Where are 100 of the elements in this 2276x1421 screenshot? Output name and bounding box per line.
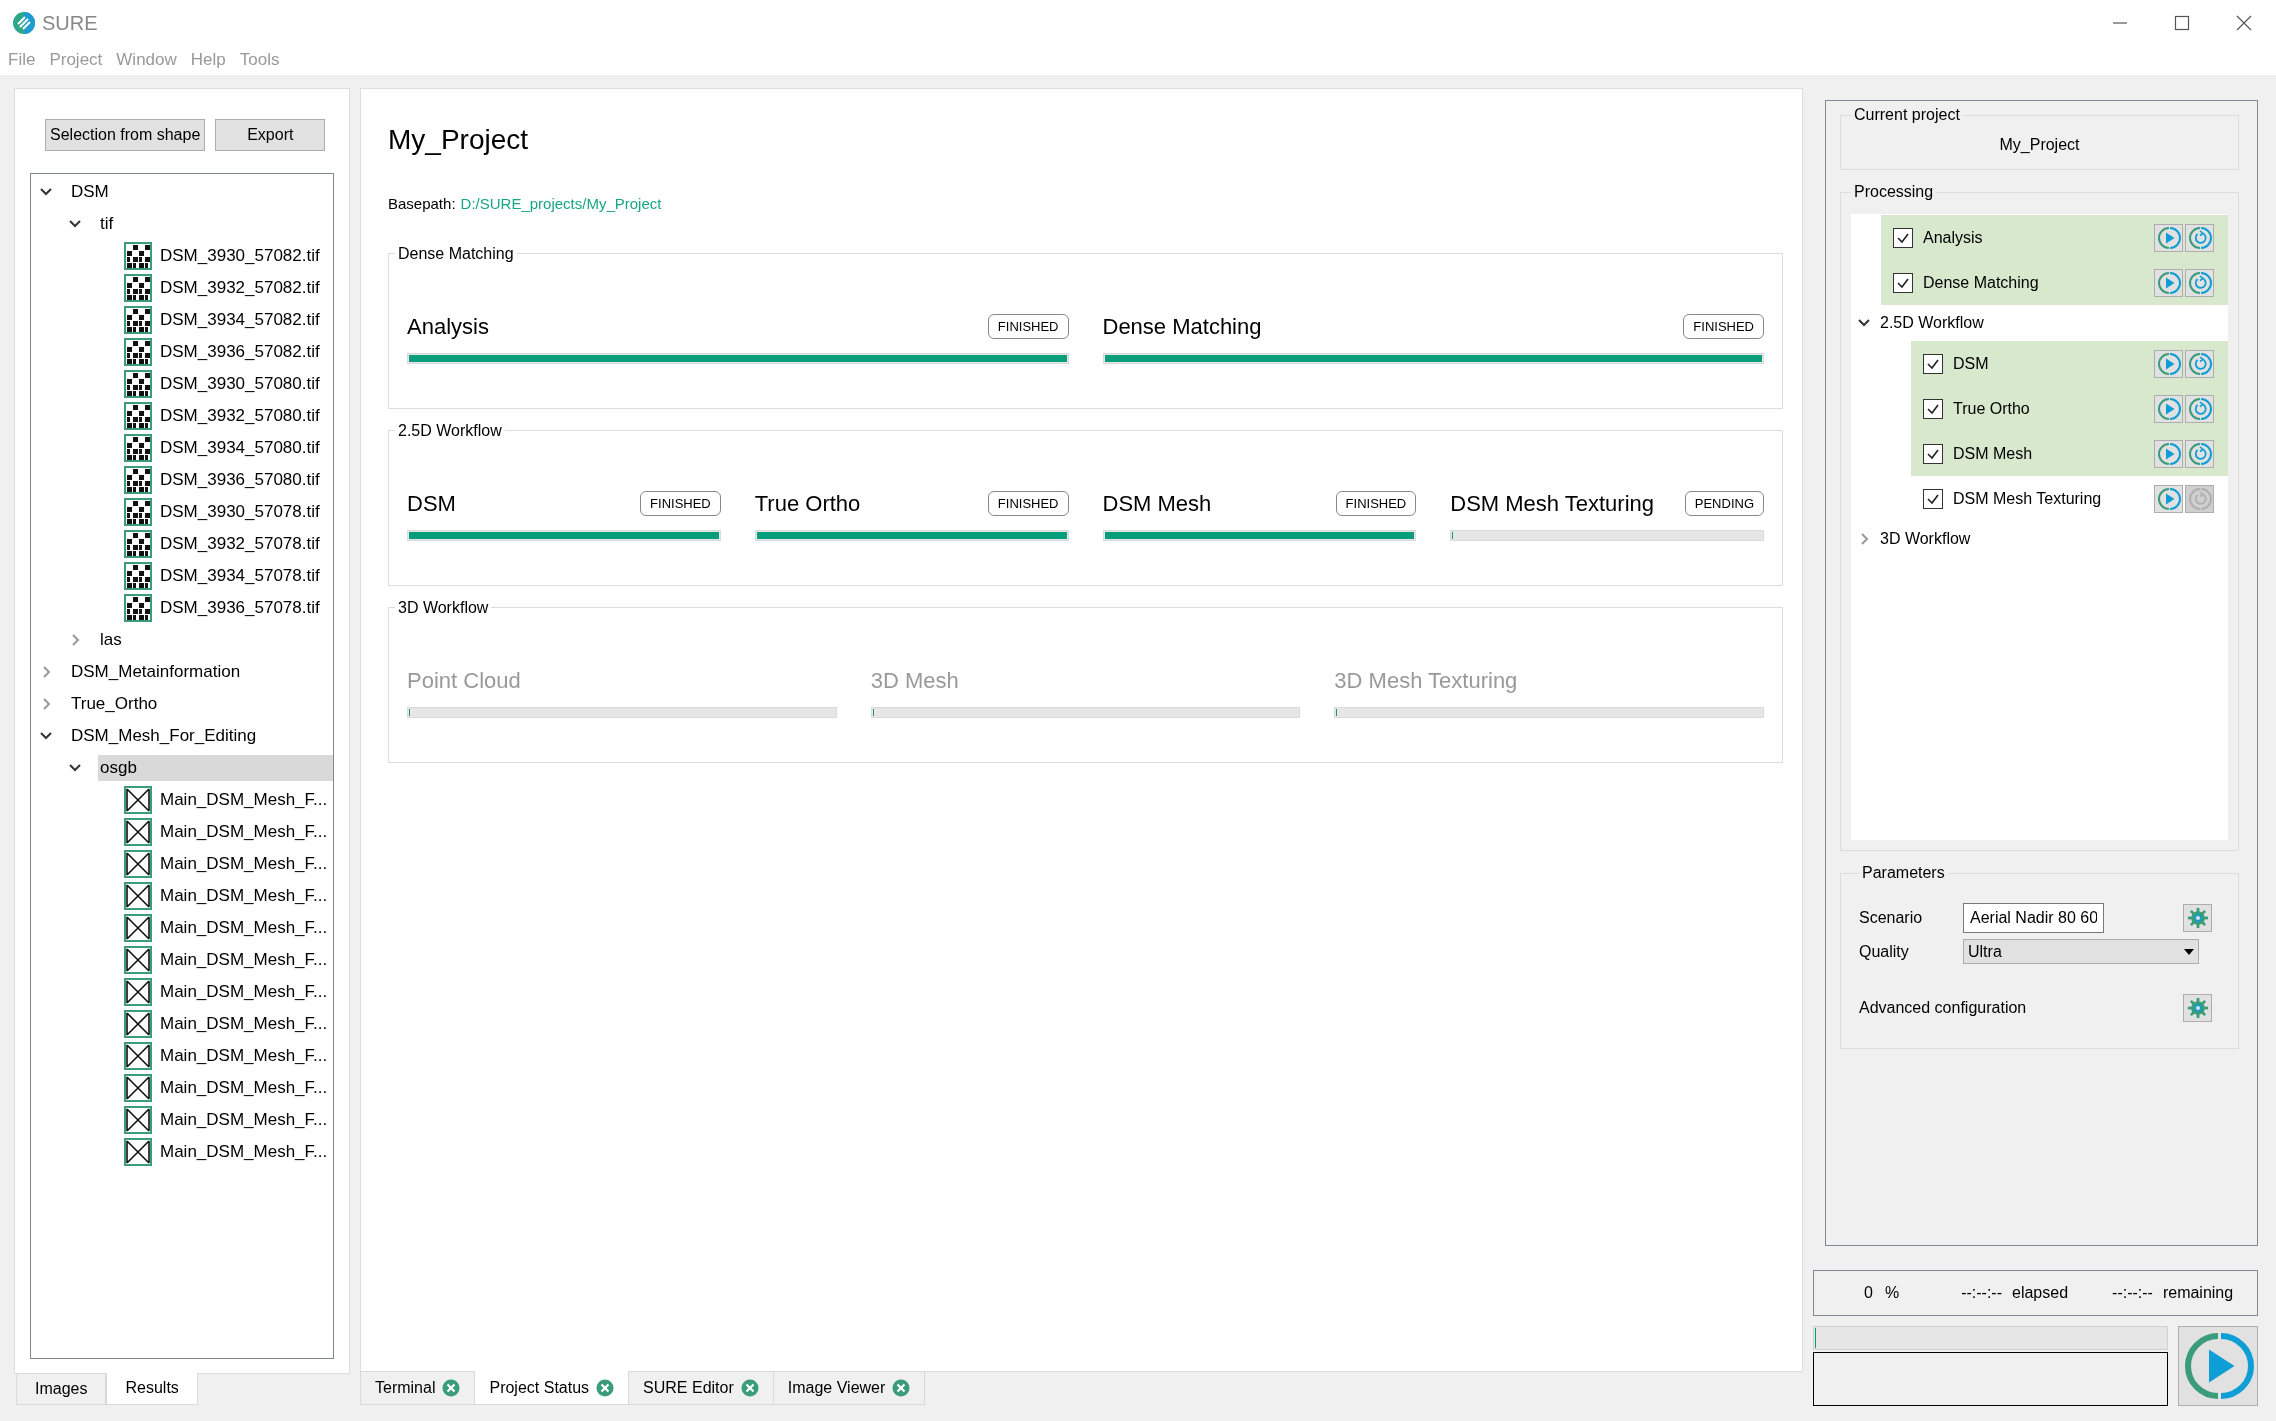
checkbox[interactable] bbox=[1923, 443, 1943, 464]
checkbox[interactable] bbox=[1893, 272, 1913, 293]
play-icon bbox=[2182, 1330, 2254, 1402]
tree-item[interactable]: DSM_3932_57080.tif bbox=[158, 403, 322, 429]
tree-item[interactable]: DSM_3934_57078.tif bbox=[158, 563, 322, 589]
close-icon[interactable] bbox=[442, 1379, 461, 1397]
workflow-label[interactable]: 3D Workflow bbox=[1880, 527, 1971, 551]
tree-item[interactable]: Main_DSM_Mesh_F... bbox=[158, 883, 330, 909]
tree-item[interactable]: las bbox=[98, 627, 124, 653]
reset-button[interactable] bbox=[2185, 268, 2214, 297]
scenario-field[interactable]: Aerial Nadir 80 60 bbox=[1963, 903, 2104, 933]
raster-file-icon bbox=[124, 530, 152, 558]
settings-button[interactable] bbox=[2183, 904, 2212, 932]
tree-item[interactable]: DSM_3930_57078.tif bbox=[158, 499, 322, 525]
run-button[interactable] bbox=[2154, 349, 2183, 378]
status-label: FINISHED bbox=[640, 491, 721, 516]
tree-item[interactable]: Main_DSM_Mesh_F... bbox=[158, 1139, 330, 1165]
stage-name: 3D Mesh bbox=[870, 667, 959, 695]
tree-item[interactable]: Main_DSM_Mesh_F... bbox=[158, 1043, 330, 1069]
document-tab[interactable]: Terminal bbox=[360, 1371, 476, 1405]
current-project-name: My_Project bbox=[1999, 136, 2080, 153]
export-button[interactable]: Export bbox=[215, 119, 326, 151]
tree-item[interactable]: Main_DSM_Mesh_F... bbox=[158, 1107, 330, 1133]
reset-button[interactable] bbox=[2185, 439, 2214, 468]
maximize-icon[interactable] bbox=[2174, 14, 2190, 31]
checkbox[interactable] bbox=[1923, 353, 1943, 374]
tree-item[interactable]: Main_DSM_Mesh_F... bbox=[158, 915, 330, 941]
tab-label: SURE Editor bbox=[643, 1378, 734, 1398]
close-icon[interactable] bbox=[2236, 14, 2252, 31]
group-title: 3D Workflow bbox=[397, 599, 490, 616]
stage-name: Point Cloud bbox=[407, 667, 521, 695]
settings-button[interactable] bbox=[2183, 994, 2212, 1022]
mesh-file-icon bbox=[124, 1010, 152, 1038]
panel-tab[interactable]: Results bbox=[106, 1373, 198, 1405]
tree-item[interactable]: Main_DSM_Mesh_F... bbox=[158, 979, 330, 1005]
tree-item[interactable]: Main_DSM_Mesh_F... bbox=[158, 819, 330, 845]
raster-file-icon bbox=[124, 498, 152, 526]
tree-item[interactable]: DSM_3930_57080.tif bbox=[158, 371, 322, 397]
run-button[interactable] bbox=[2154, 484, 2183, 513]
checkbox[interactable] bbox=[1893, 227, 1913, 248]
mesh-file-icon bbox=[124, 1074, 152, 1102]
tree-item[interactable]: Main_DSM_Mesh_F... bbox=[158, 947, 330, 973]
step-label: Dense Matching bbox=[1923, 272, 2040, 293]
tree-item[interactable]: Main_DSM_Mesh_F... bbox=[158, 787, 330, 813]
status-label: FINISHED bbox=[1683, 314, 1764, 339]
document-tab[interactable]: Image Viewer bbox=[772, 1371, 926, 1405]
checkbox[interactable] bbox=[1923, 488, 1943, 509]
tree-item[interactable]: DSM_Metainformation bbox=[69, 659, 243, 685]
reset-button[interactable] bbox=[2185, 484, 2214, 513]
reset-icon bbox=[2187, 225, 2212, 250]
checkbox[interactable] bbox=[1923, 398, 1943, 419]
stage-name: DSM Mesh bbox=[1102, 490, 1212, 518]
document-tab[interactable]: Project Status bbox=[474, 1371, 630, 1405]
mesh-file-icon bbox=[124, 1138, 152, 1166]
tree-item[interactable]: DSM_3934_57080.tif bbox=[158, 435, 322, 461]
tree-item[interactable]: Main_DSM_Mesh_F... bbox=[158, 1011, 330, 1037]
tree-item[interactable]: DSM_3932_57082.tif bbox=[158, 275, 322, 301]
tree-item[interactable]: DSM_3936_57080.tif bbox=[158, 467, 322, 493]
reset-button[interactable] bbox=[2185, 349, 2214, 378]
step-label: DSM Mesh bbox=[1953, 443, 2034, 464]
close-icon[interactable] bbox=[892, 1379, 911, 1397]
tree-item[interactable]: DSM_Mesh_For_Editing bbox=[69, 723, 259, 749]
tree-item[interactable]: DSM_3936_57082.tif bbox=[158, 339, 322, 365]
group-title: Current project bbox=[1853, 107, 1961, 123]
tree-item[interactable]: osgb bbox=[98, 755, 333, 781]
close-icon[interactable] bbox=[740, 1379, 759, 1397]
quality-dropdown[interactable]: Ultra bbox=[1963, 939, 2199, 964]
tree-item[interactable]: DSM_3932_57078.tif bbox=[158, 531, 322, 557]
play-icon bbox=[2156, 225, 2181, 250]
tree-item[interactable]: Main_DSM_Mesh_F... bbox=[158, 851, 330, 877]
reset-button[interactable] bbox=[2185, 223, 2214, 252]
close-icon[interactable] bbox=[596, 1378, 615, 1397]
run-button[interactable] bbox=[2154, 223, 2183, 252]
play-icon bbox=[2156, 396, 2181, 421]
play-icon bbox=[2156, 441, 2181, 466]
reset-button[interactable] bbox=[2185, 394, 2214, 423]
reset-icon bbox=[2187, 270, 2212, 295]
stage-name: True Ortho bbox=[754, 490, 861, 518]
panel-tab[interactable]: Images bbox=[16, 1373, 107, 1405]
tree-item[interactable]: True_Ortho bbox=[69, 691, 160, 717]
play-icon bbox=[2156, 270, 2181, 295]
mesh-file-icon bbox=[124, 914, 152, 942]
workflow-label[interactable]: 2.5D Workflow bbox=[1880, 311, 1984, 335]
run-button[interactable] bbox=[2154, 268, 2183, 297]
document-tab[interactable]: SURE Editor bbox=[628, 1371, 774, 1405]
tree-item[interactable]: tif bbox=[98, 211, 116, 237]
run-button[interactable] bbox=[2154, 439, 2183, 468]
raster-file-icon bbox=[124, 562, 152, 590]
start-button[interactable] bbox=[2178, 1326, 2258, 1406]
tree-item[interactable]: DSM_3934_57082.tif bbox=[158, 307, 322, 333]
status-text: 0 bbox=[1864, 1283, 1873, 1303]
selection-button[interactable]: Selection from shape bbox=[45, 119, 206, 151]
tree-item[interactable]: DSM_3936_57078.tif bbox=[158, 595, 322, 621]
tree-item[interactable]: DSM bbox=[69, 179, 111, 205]
tree-item[interactable]: Main_DSM_Mesh_F... bbox=[158, 1075, 330, 1101]
reset-icon bbox=[2187, 441, 2212, 466]
status-label: FINISHED bbox=[1335, 491, 1417, 516]
mesh-file-icon bbox=[124, 946, 152, 974]
tree-item[interactable]: DSM_3930_57082.tif bbox=[158, 243, 322, 269]
run-button[interactable] bbox=[2154, 394, 2183, 423]
